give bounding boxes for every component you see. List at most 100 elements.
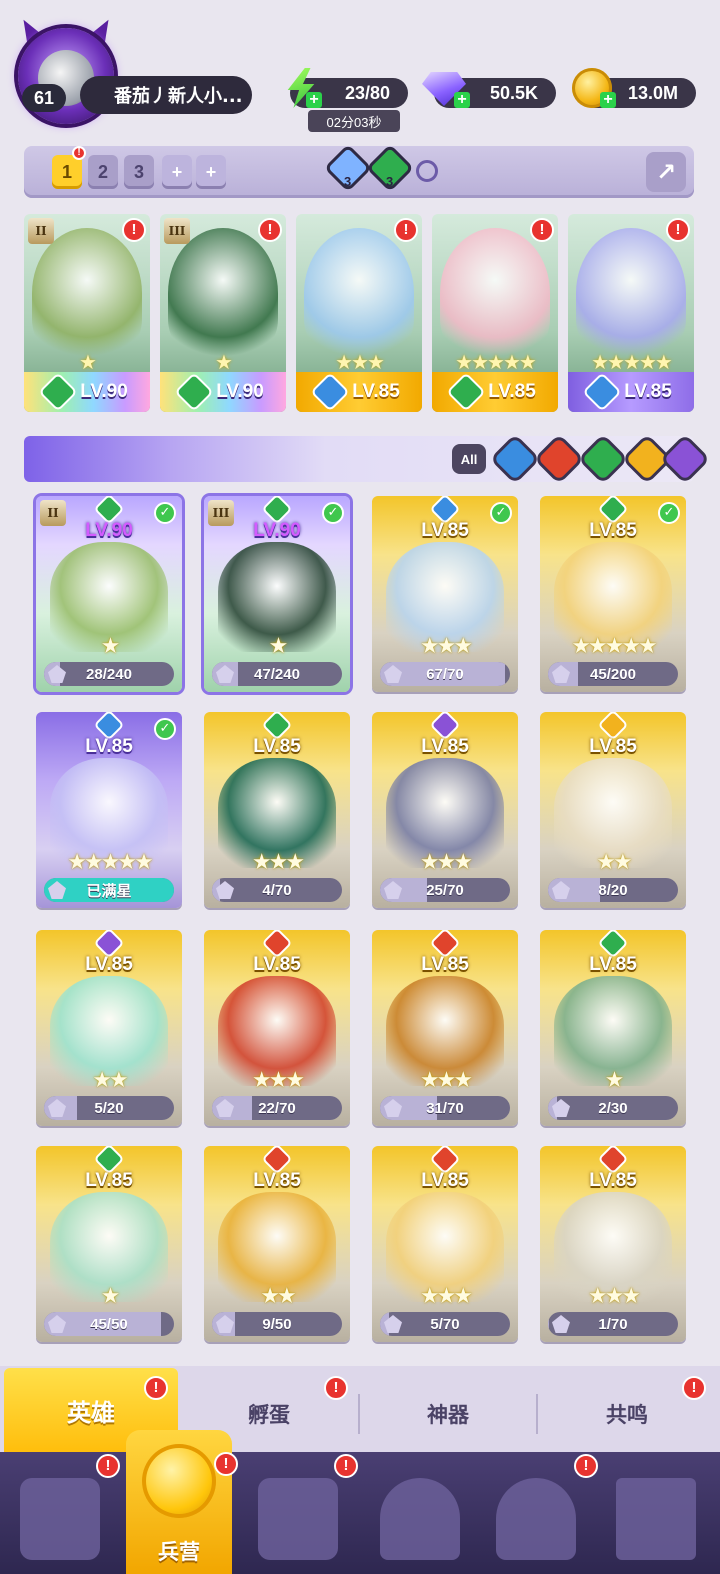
team-tab-3[interactable]: 3: [124, 155, 154, 189]
hero-card[interactable]: LV.85 ★ 2/30: [540, 930, 686, 1126]
hero-card[interactable]: LV.85 ★★ 9/50: [204, 1146, 350, 1342]
tab-hatch-alert: !: [324, 1376, 348, 1400]
element-icon: [600, 712, 626, 738]
star-rating: ★: [100, 1284, 121, 1309]
water-count: 3: [344, 174, 352, 189]
star-rating: ★★★: [251, 850, 305, 875]
star-rating: ★: [604, 1068, 625, 1093]
hero-card[interactable]: LV.85 ★★★ 1/70: [540, 1146, 686, 1342]
star-rating: ★★★: [419, 634, 473, 659]
formation-slot-5[interactable]: ★★★★★ LV.85!: [568, 214, 694, 412]
filter-water-icon[interactable]: [493, 437, 537, 481]
team-tab-add-1[interactable]: +: [162, 155, 192, 189]
formation-slot-3[interactable]: ★★★ LV.85!: [296, 214, 422, 412]
shard-progress-bar: 已满星: [44, 878, 174, 902]
hero-card[interactable]: LV.85 ★ 45/50: [36, 1146, 182, 1342]
castle-icon[interactable]: [380, 1478, 460, 1560]
hero-card[interactable]: LV.85 ★★★ 5/70: [372, 1146, 518, 1342]
barracks-icon: [142, 1444, 216, 1518]
element-icon: [432, 712, 458, 738]
element-icon: [177, 375, 212, 409]
hero-level: LV.90: [85, 520, 133, 541]
team-formation: II ★ LV.90! III ★ LV.90! ★★★ LV.85! ★★★★★ LV.85! ★…: [24, 210, 696, 416]
shard-progress-bar: 28/240: [44, 662, 174, 686]
team-tab-1[interactable]: 1: [52, 155, 82, 189]
star-rating: ★★★: [419, 1068, 473, 1093]
shard-progress-bar: 22/70: [212, 1096, 342, 1120]
element-icon: [432, 930, 458, 956]
nav-alert-dot: !: [214, 1452, 238, 1476]
share-icon[interactable]: ↗: [646, 152, 686, 192]
nav-alert-dot: !: [96, 1454, 120, 1478]
hero-card[interactable]: LV.85 ★★★ 25/70: [372, 712, 518, 908]
hero-level: LV.85: [421, 520, 469, 541]
formation-alert-dot: !: [666, 218, 690, 242]
filter-grass-icon[interactable]: [581, 437, 625, 481]
shard-progress-bar: 31/70: [380, 1096, 510, 1120]
nav-alert-dot: !: [334, 1454, 358, 1478]
hero-level: LV.85: [421, 1170, 469, 1191]
player-name[interactable]: 番茄丿新人小...: [80, 76, 252, 114]
hero-card[interactable]: LV.85 ★★ 5/20: [36, 930, 182, 1126]
hero-card[interactable]: LV.85 ✓ ★★★★★ 45/200: [540, 496, 686, 692]
shard-count: 31/70: [426, 1099, 464, 1117]
hero-card[interactable]: LV.85 ✓ ★★★ 67/70: [372, 496, 518, 692]
hero-portrait: [304, 228, 414, 358]
team-tab-add-2[interactable]: +: [196, 155, 226, 189]
hero-card[interactable]: LV.85 ★★★ 31/70: [372, 930, 518, 1126]
star-rating: ★★★★★: [67, 850, 154, 875]
element-icon: [264, 1146, 290, 1172]
hero-card[interactable]: LV.85 ★★★ 4/70: [204, 712, 350, 908]
rank-badge-icon: III: [164, 218, 190, 244]
element-icon: [449, 375, 484, 409]
nav-barracks[interactable]: 兵营: [126, 1430, 232, 1574]
shard-progress-bar: 45/50: [44, 1312, 174, 1336]
element-icon: [96, 496, 122, 522]
formation-slot-1[interactable]: II ★ LV.90!: [24, 214, 150, 412]
tab-artifacts[interactable]: 神器: [360, 1376, 536, 1452]
element-icon: [264, 496, 290, 522]
scroll-icon[interactable]: [258, 1478, 338, 1560]
hero-card[interactable]: LV.85 ★★ 8/20: [540, 712, 686, 908]
element-icon: [264, 712, 290, 738]
filter-all-button[interactable]: All: [452, 444, 486, 474]
star-rating: ★★★: [419, 1284, 473, 1309]
shard-progress-bar: 5/20: [44, 1096, 174, 1120]
formation-slot-4[interactable]: ★★★★★ LV.85!: [432, 214, 558, 412]
search-icon[interactable]: [416, 160, 438, 182]
shard-count: 已满星: [86, 882, 132, 900]
star-rating: ★: [215, 350, 233, 374]
element-icon: [600, 930, 626, 956]
cards-icon[interactable]: [20, 1478, 100, 1560]
hero-card[interactable]: LV.85 ★★★ 22/70: [204, 930, 350, 1126]
hero-card[interactable]: II LV.90 ✓ ★ 28/240: [36, 496, 182, 692]
filter-fire-icon[interactable]: [537, 437, 581, 481]
filter-dark-icon[interactable]: [663, 437, 707, 481]
level-bar: LV.90: [24, 372, 150, 412]
element-icon: [96, 712, 122, 738]
shard-progress-bar: 1/70: [548, 1312, 678, 1336]
hero-card[interactable]: LV.85 ✓ ★★★★★ 已满星: [36, 712, 182, 908]
tab-resonance-alert: !: [682, 1376, 706, 1400]
banner-icon[interactable]: [616, 1478, 696, 1560]
energy-plus-icon[interactable]: +: [306, 92, 322, 108]
in-team-check-icon: ✓: [490, 502, 512, 524]
gold-plus-icon[interactable]: +: [600, 92, 616, 108]
element-icon: [41, 375, 76, 409]
element-icon: [264, 930, 290, 956]
gem-value: 50.5K: [489, 82, 538, 103]
shard-count: 2/30: [598, 1099, 628, 1117]
formation-slot-2[interactable]: III ★ LV.90!: [160, 214, 286, 412]
team-tab-2[interactable]: 2: [88, 155, 118, 189]
shard-progress-bar: 45/200: [548, 662, 678, 686]
star-rating: ★★★★★: [571, 634, 658, 659]
shard-count: 5/20: [94, 1099, 124, 1117]
mushroom-icon[interactable]: [496, 1478, 576, 1560]
hero-level: LV.85: [589, 736, 637, 757]
filter-light-icon[interactable]: [625, 437, 669, 481]
hero-level: LV.85: [352, 381, 400, 402]
level-bar: LV.85: [432, 372, 558, 412]
hero-card[interactable]: III LV.90 ✓ ★ 47/240: [204, 496, 350, 692]
in-team-check-icon: ✓: [154, 502, 176, 524]
gem-plus-icon[interactable]: +: [454, 92, 470, 108]
